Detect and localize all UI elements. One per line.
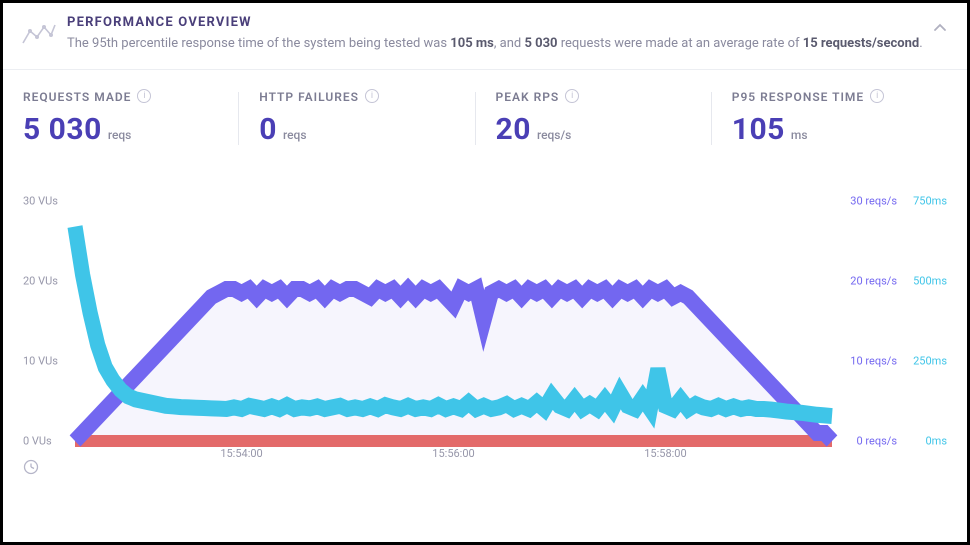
plot-svg — [75, 201, 832, 441]
metric-unit: reqs — [108, 128, 132, 142]
metric-requests-made: REQUESTS MADE i 5 030 reqs — [23, 90, 238, 147]
y-right-reqs-tick: 0 reqs/s — [856, 435, 897, 448]
metric-unit: ms — [791, 128, 808, 142]
sub-mid1: , and — [494, 36, 525, 51]
metric-value: 20 — [496, 112, 531, 147]
metric-label: REQUESTS MADE — [23, 90, 131, 104]
metric-value: 0 — [259, 112, 277, 147]
info-icon[interactable]: i — [565, 89, 579, 103]
y-right-ms-tick: 500ms — [913, 274, 947, 287]
sub-rate: 15 requests/second — [803, 36, 919, 51]
metrics-row: REQUESTS MADE i 5 030 reqs HTTP FAILURES… — [3, 70, 967, 161]
y-axis-right: 30 reqs/s 750ms 20 reqs/s 500ms 10 reqs/… — [837, 201, 947, 441]
y-right-reqs-tick: 30 reqs/s — [850, 195, 897, 208]
clock-icon — [23, 459, 39, 475]
metric-http-failures: HTTP FAILURES i 0 reqs — [239, 90, 474, 147]
performance-chart: 30 VUs 20 VUs 10 VUs 0 VUs 30 reqs/s 750… — [23, 201, 947, 481]
y-left-tick: 10 VUs — [23, 354, 58, 367]
sub-prefix: The 95th percentile response time of the… — [67, 36, 450, 51]
metric-label: P95 RESPONSE TIME — [732, 90, 864, 104]
overview-header: PERFORMANCE OVERVIEW The 95th percentile… — [3, 3, 967, 70]
y-left-tick: 20 VUs — [23, 274, 58, 287]
sub-p95: 105 ms — [450, 36, 494, 51]
header-text: PERFORMANCE OVERVIEW The 95th percentile… — [67, 15, 947, 54]
metric-p95: P95 RESPONSE TIME i 105 ms — [712, 90, 947, 147]
x-tick: 15:58:00 — [644, 447, 686, 460]
metric-label: HTTP FAILURES — [259, 90, 359, 104]
info-icon[interactable]: i — [365, 89, 379, 103]
metric-value: 5 030 — [23, 112, 102, 147]
sub-suffix: . — [919, 36, 922, 51]
sub-mid2: requests were made at an average rate of — [558, 36, 803, 51]
y-axis-left: 30 VUs 20 VUs 10 VUs 0 VUs — [23, 201, 71, 441]
header-subtitle: The 95th percentile response time of the… — [67, 34, 927, 54]
y-left-tick: 30 VUs — [23, 195, 58, 208]
x-tick: 15:54:00 — [220, 447, 262, 460]
info-icon[interactable]: i — [137, 89, 151, 103]
y-right-ms-tick: 0ms — [925, 435, 947, 448]
x-axis: 15:54:00 15:56:00 15:58:00 — [75, 441, 832, 481]
info-icon[interactable]: i — [870, 89, 884, 103]
sub-total: 5 030 — [524, 36, 557, 51]
y-right-ms-tick: 250ms — [913, 354, 947, 367]
metric-value: 105 — [732, 112, 785, 147]
y-right-ms-tick: 750ms — [913, 195, 947, 208]
y-right-reqs-tick: 10 reqs/s — [850, 354, 897, 367]
y-right-reqs-tick: 20 reqs/s — [850, 274, 897, 287]
header-title: PERFORMANCE OVERVIEW — [67, 15, 947, 30]
y-left-tick: 0 VUs — [23, 435, 52, 448]
x-tick: 15:56:00 — [432, 447, 474, 460]
collapse-toggle[interactable] — [931, 19, 949, 37]
metric-unit: reqs/s — [537, 128, 571, 142]
metric-unit: reqs — [283, 128, 307, 142]
chart-icon — [19, 15, 59, 55]
metric-label: PEAK RPS — [496, 90, 560, 104]
plot-area[interactable] — [75, 201, 832, 441]
metric-peak-rps: PEAK RPS i 20 reqs/s — [476, 90, 711, 147]
